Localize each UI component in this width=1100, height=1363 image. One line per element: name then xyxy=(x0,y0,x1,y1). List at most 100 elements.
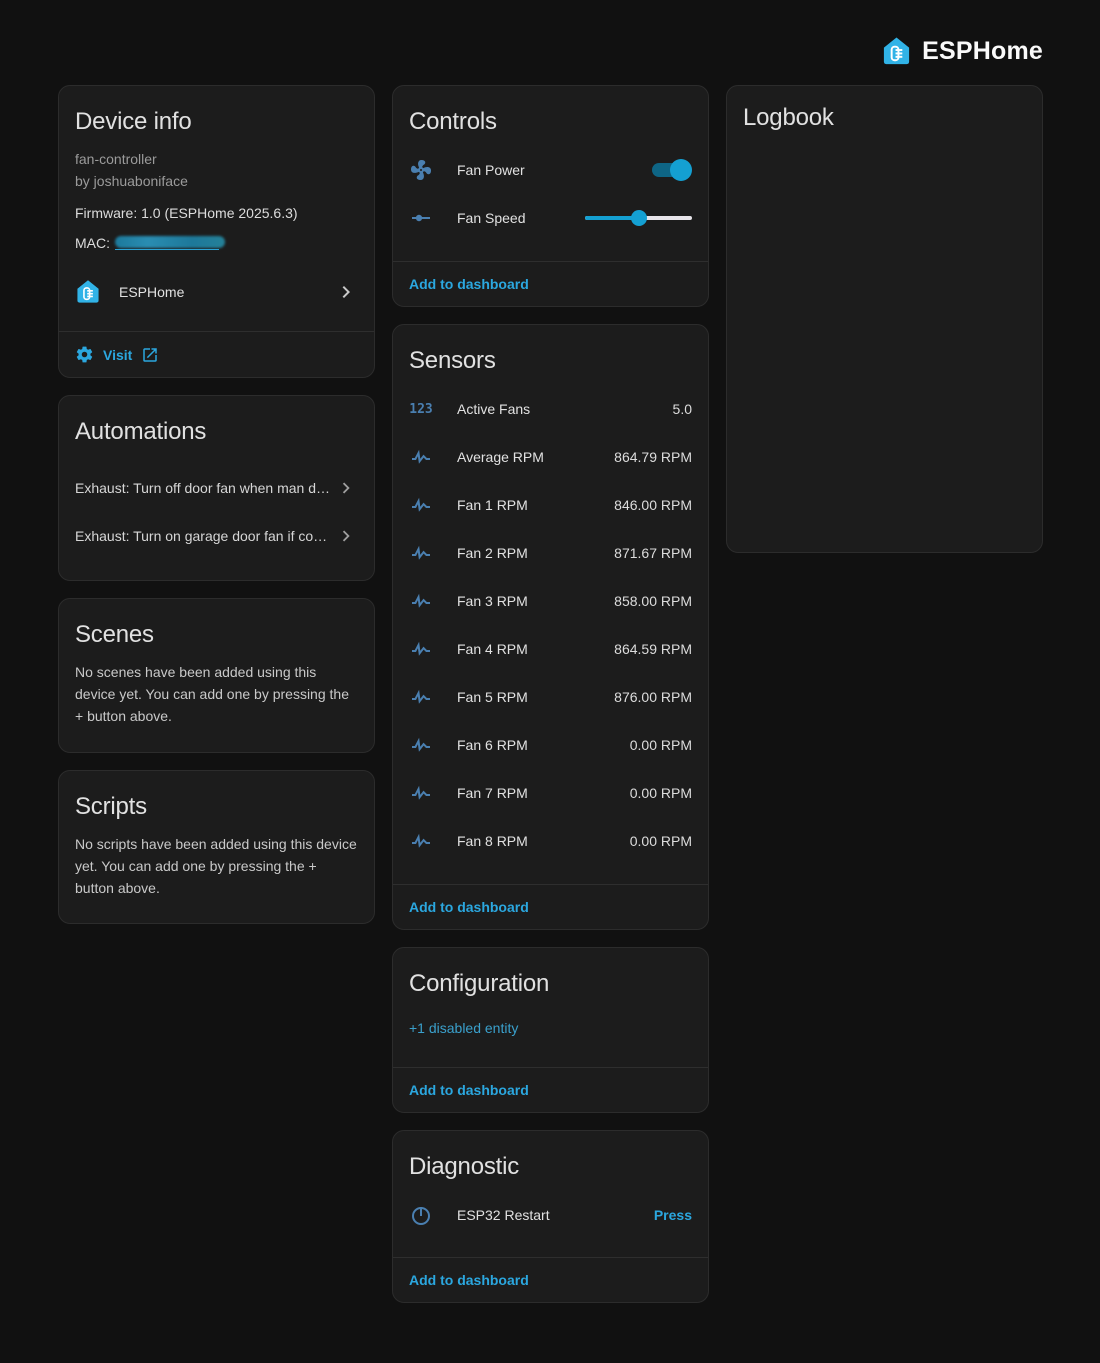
sensor-label: Fan 7 RPM xyxy=(457,785,630,801)
left-column: Device info fan-controller by joshuaboni… xyxy=(58,85,375,924)
automations-title: Automations xyxy=(59,396,374,448)
sensor-value: 0.00 RPM xyxy=(630,833,692,849)
entity-row-fan-power: Fan Power xyxy=(409,146,692,194)
sensor-value: 871.67 RPM xyxy=(614,545,692,561)
sensor-row-fan-2-rpm[interactable]: Fan 2 RPM 871.67 RPM xyxy=(409,529,692,577)
sensor-label: Average RPM xyxy=(457,449,614,465)
scenes-card: Scenes No scenes have been added using t… xyxy=(58,598,375,753)
sensor-row-average-rpm[interactable]: Average RPM 864.79 RPM xyxy=(409,433,692,481)
diagnostic-card: Diagnostic ESP32 Restart Press Add to da… xyxy=(392,1130,709,1303)
slider-icon xyxy=(409,206,433,230)
sensor-row-active-fans[interactable]: 123 Active Fans 5.0 xyxy=(409,385,692,433)
sensor-label: Fan 2 RPM xyxy=(457,545,614,561)
pulse-icon xyxy=(409,637,433,661)
diagnostic-rows: ESP32 Restart Press xyxy=(393,1183,708,1251)
configuration-card: Configuration +1 disabled entity Add to … xyxy=(392,947,709,1113)
device-manufacturer: by joshuaboniface xyxy=(75,170,358,192)
sensor-label: Fan 4 RPM xyxy=(457,641,614,657)
visit-link[interactable]: Visit xyxy=(59,332,374,377)
scenes-empty-text: No scenes have been added using this dev… xyxy=(59,651,374,751)
sensor-label: Fan 1 RPM xyxy=(457,497,614,513)
automation-label: Exhaust: Turn off door fan when man d… xyxy=(75,480,334,496)
middle-column: Controls Fan Power xyxy=(392,85,709,1303)
chevron-right-icon xyxy=(334,525,358,547)
sensor-label: Fan 6 RPM xyxy=(457,737,630,753)
device-info-title: Device info xyxy=(59,86,374,138)
device-page-content: Device info fan-controller by joshuaboni… xyxy=(58,85,1043,1303)
pulse-icon xyxy=(409,829,433,853)
gear-icon xyxy=(75,345,94,364)
scripts-empty-text: No scripts have been added using this de… xyxy=(59,823,374,923)
sensor-row-fan-5-rpm[interactable]: Fan 5 RPM 876.00 RPM xyxy=(409,673,692,721)
fan-power-toggle[interactable] xyxy=(652,159,692,181)
controls-rows: Fan Power Fan Speed xyxy=(393,138,708,254)
pulse-icon xyxy=(409,541,433,565)
add-to-dashboard-button[interactable]: Add to dashboard xyxy=(393,1258,545,1302)
device-info-footer: Visit xyxy=(59,331,374,377)
integration-row-esphome[interactable]: ESPHome xyxy=(75,267,358,317)
automation-list: Exhaust: Turn off door fan when man d… E… xyxy=(59,448,374,580)
entity-label: Fan Speed xyxy=(457,210,585,226)
power-icon xyxy=(409,1203,433,1227)
sensors-card: Sensors 123 Active Fans 5.0 Average RPM … xyxy=(392,324,709,930)
device-info-body: fan-controller by joshuaboniface Firmwar… xyxy=(59,138,374,317)
chevron-right-icon xyxy=(334,477,358,499)
pulse-icon xyxy=(409,445,433,469)
pulse-icon xyxy=(409,589,433,613)
add-to-dashboard-button[interactable]: Add to dashboard xyxy=(393,262,545,306)
diagnostic-title: Diagnostic xyxy=(393,1131,708,1183)
entity-label: ESP32 Restart xyxy=(457,1207,654,1223)
sensor-row-fan-6-rpm[interactable]: Fan 6 RPM 0.00 RPM xyxy=(409,721,692,769)
automation-label: Exhaust: Turn on garage door fan if co… xyxy=(75,528,334,544)
controls-title: Controls xyxy=(393,86,708,138)
automation-item[interactable]: Exhaust: Turn on garage door fan if co… xyxy=(75,512,358,560)
sensor-label: Fan 3 RPM xyxy=(457,593,614,609)
sensors-title: Sensors xyxy=(393,325,708,377)
sensor-value: 0.00 RPM xyxy=(630,737,692,753)
right-column: Logbook xyxy=(726,85,1043,553)
configuration-footer: Add to dashboard xyxy=(393,1067,708,1112)
entity-row-esp32-restart: ESP32 Restart Press xyxy=(409,1191,692,1239)
automations-card: Automations Exhaust: Turn off door fan w… xyxy=(58,395,375,581)
configuration-title: Configuration xyxy=(393,948,708,1000)
sensor-row-fan-7-rpm[interactable]: Fan 7 RPM 0.00 RPM xyxy=(409,769,692,817)
scripts-card: Scripts No scripts have been added using… xyxy=(58,770,375,924)
logbook-card: Logbook xyxy=(726,85,1043,553)
fan-icon xyxy=(409,158,433,182)
sensor-row-fan-8-rpm[interactable]: Fan 8 RPM 0.00 RPM xyxy=(409,817,692,865)
esphome-logo-icon xyxy=(881,36,912,67)
mac-label: MAC: xyxy=(75,233,110,253)
press-button[interactable]: Press xyxy=(654,1207,692,1223)
entity-label: Fan Power xyxy=(457,162,652,178)
sensor-value: 876.00 RPM xyxy=(614,689,692,705)
sensor-value: 864.59 RPM xyxy=(614,641,692,657)
sensor-row-fan-3-rpm[interactable]: Fan 3 RPM 858.00 RPM xyxy=(409,577,692,625)
fan-speed-slider[interactable] xyxy=(585,210,692,226)
sensor-row-fan-4-rpm[interactable]: Fan 4 RPM 864.59 RPM xyxy=(409,625,692,673)
chevron-right-icon xyxy=(334,280,358,304)
sensor-value: 0.00 RPM xyxy=(630,785,692,801)
add-to-dashboard-button[interactable]: Add to dashboard xyxy=(393,1068,545,1112)
open-in-new-icon xyxy=(141,346,159,364)
sensor-label: Active Fans xyxy=(457,401,673,417)
pulse-icon xyxy=(409,733,433,757)
esphome-logo-text: ESPHome xyxy=(922,37,1043,66)
automation-item[interactable]: Exhaust: Turn off door fan when man d… xyxy=(75,464,358,512)
integration-label: ESPHome xyxy=(119,284,334,300)
configuration-body: +1 disabled entity xyxy=(393,1000,708,1054)
sensor-label: Fan 5 RPM xyxy=(457,689,614,705)
sensor-value: 5.0 xyxy=(673,401,692,417)
entity-row-fan-speed: Fan Speed xyxy=(409,194,692,242)
logbook-title: Logbook xyxy=(727,86,1042,134)
sensors-footer: Add to dashboard xyxy=(393,884,708,929)
disabled-entities-link[interactable]: +1 disabled entity xyxy=(409,1020,518,1036)
add-to-dashboard-button[interactable]: Add to dashboard xyxy=(393,885,545,929)
sensors-rows: 123 Active Fans 5.0 Average RPM 864.79 R… xyxy=(393,377,708,877)
sensor-row-fan-1-rpm[interactable]: Fan 1 RPM 846.00 RPM xyxy=(409,481,692,529)
device-mac-row: MAC: xyxy=(75,233,358,253)
mac-redacted-value xyxy=(115,236,227,250)
numeric-123-icon: 123 xyxy=(409,397,433,421)
sensor-label: Fan 8 RPM xyxy=(457,833,630,849)
controls-card: Controls Fan Power xyxy=(392,85,709,307)
pulse-icon xyxy=(409,781,433,805)
